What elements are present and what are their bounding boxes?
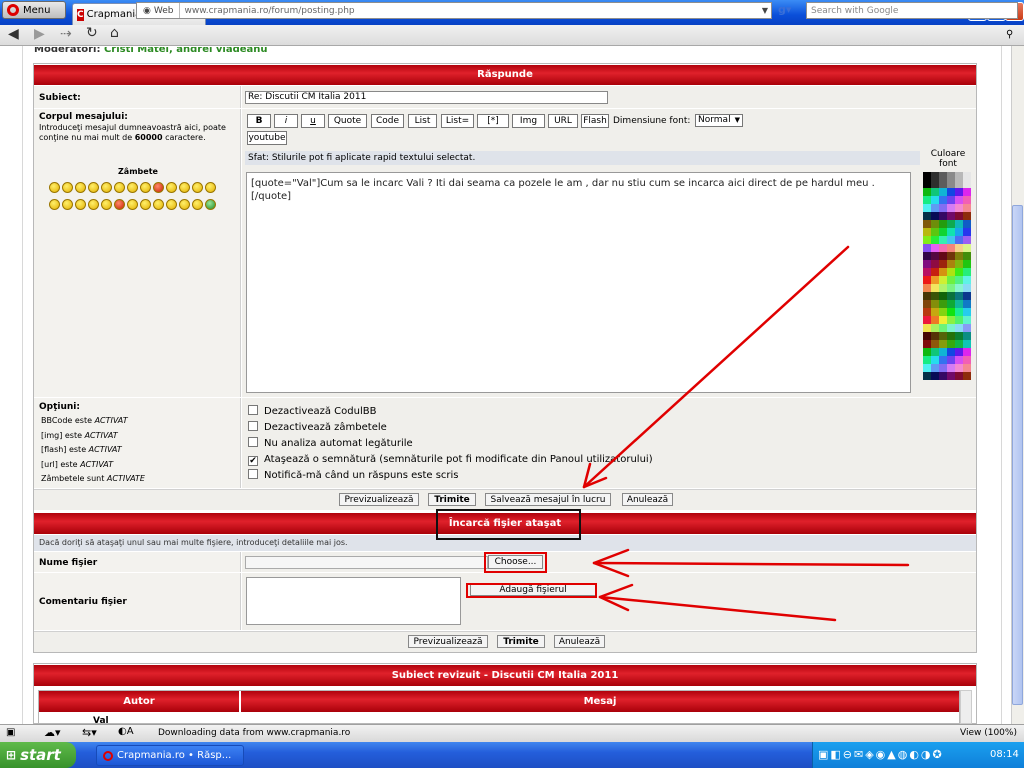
panel-toggle-icon[interactable]: ▣ xyxy=(6,727,15,738)
opera-task-icon xyxy=(103,750,113,761)
tray-icons[interactable]: ▣◧⊖✉◈◉▲◍◐◑✪ xyxy=(818,748,944,761)
sync-icon[interactable]: ⇆▾ xyxy=(82,726,97,739)
arrow-to-add-file xyxy=(598,595,837,622)
browser-statusbar xyxy=(0,724,1024,742)
clock: 08:14 xyxy=(990,749,1019,760)
task-title: Crapmania.ro • Răsp... xyxy=(117,750,232,761)
cloud-icon[interactable]: ☁▾ xyxy=(44,726,61,739)
windows-logo-icon: ⊞ xyxy=(6,748,17,762)
annotation-arrows xyxy=(582,245,910,622)
start-label: start xyxy=(20,746,61,764)
zoom-level[interactable]: View (100%) xyxy=(960,728,1017,738)
start-button[interactable]: ⊞ start xyxy=(0,742,76,768)
arrow-to-choose xyxy=(592,561,910,567)
taskbar-item-browser[interactable]: Crapmania.ro • Răsp... xyxy=(96,745,244,766)
arrow-to-attachment-header xyxy=(582,245,850,489)
image-toggle-icon[interactable]: ◐A xyxy=(118,726,134,737)
status-text: Downloading data from www.crapmania.ro xyxy=(158,728,351,738)
